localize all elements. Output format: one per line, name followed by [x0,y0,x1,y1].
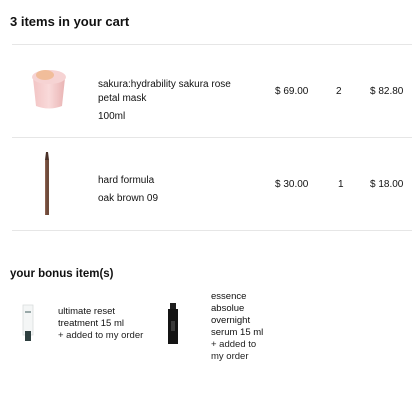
bonus-item-name: essence absolue overnight serum 15 ml [211,291,264,338]
item-price: $ 69.00 [275,86,309,97]
divider [12,230,412,231]
item-size: 100ml [98,111,126,122]
product-thumbnail-black-tube [168,303,178,344]
product-thumbnail-pink-jar[interactable] [28,64,70,112]
cart-title: 3 items in your cart [10,14,130,29]
item-shade: oak brown 09 [98,193,159,204]
item-name[interactable]: sakura:hydrability sakura rose petal mas… [98,78,248,106]
bonus-title: your bonus item(s) [10,268,114,280]
item-total: $ 18.00 [370,179,404,190]
item-price: $ 30.00 [275,179,309,190]
item-quantity: 1 [338,179,344,190]
item-info: sakura:hydrability sakura rose petal mas… [98,78,248,124]
product-thumbnail-white-tube [22,304,34,341]
divider [12,137,412,138]
added-status[interactable]: + added to my order [211,339,271,363]
divider [12,44,412,45]
bonus-item-name: ultimate reset treatment 15 ml [58,306,124,329]
item-total: $ 82.80 [370,86,404,97]
product-thumbnail-brow-pencil[interactable] [40,150,54,216]
bonus-info: ultimate reset treatment 15 ml + added t… [58,306,146,342]
item-info: hard formula oak brown 09 [98,174,248,206]
added-status[interactable]: + added to my order [58,330,146,342]
item-name[interactable]: hard formula [98,174,248,188]
item-quantity: 2 [336,86,342,97]
bonus-info: essence absolue overnight serum 15 ml + … [211,291,271,363]
